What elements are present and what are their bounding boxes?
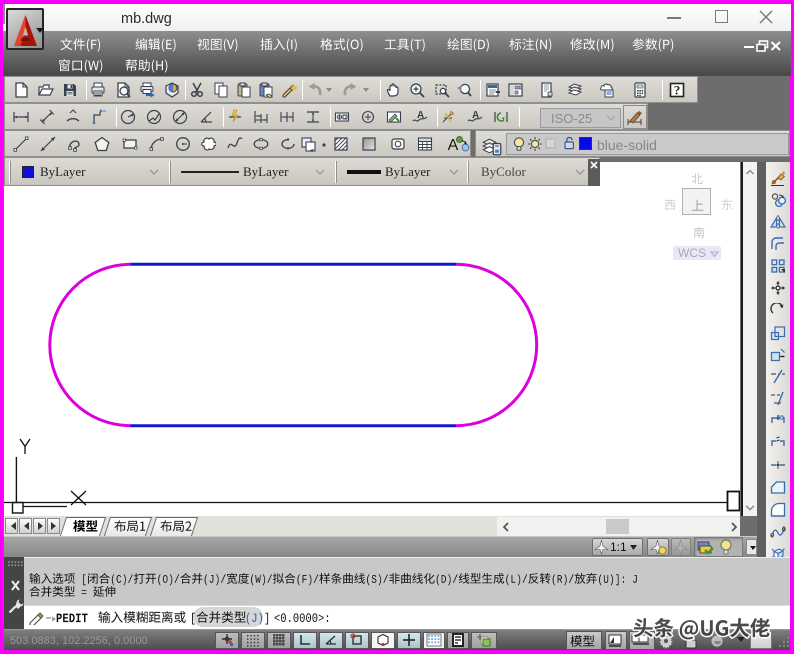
svg-text:A: A xyxy=(417,110,424,121)
svg-text:?: ? xyxy=(674,83,681,98)
svg-text:A: A xyxy=(472,110,479,121)
